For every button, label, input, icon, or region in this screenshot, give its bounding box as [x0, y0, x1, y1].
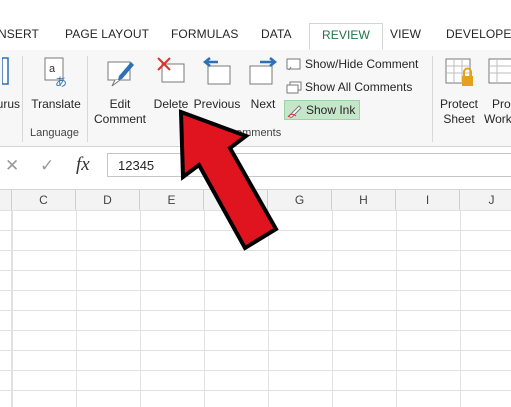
- edit-comment-button[interactable]: Edit Comment: [91, 56, 149, 127]
- protect-workbook-icon: [488, 58, 511, 84]
- thesaurus-icon: [1, 57, 9, 85]
- protect-workbook-button[interactable]: Pro Work: [483, 56, 511, 127]
- delete-comment-button[interactable]: Delete: [151, 56, 191, 112]
- delete-label: Delete: [153, 97, 189, 111]
- thesaurus-label: urus: [0, 97, 20, 111]
- previous-comment-button[interactable]: Previous: [192, 56, 242, 112]
- comments-group-label: omments: [236, 127, 282, 139]
- column-header-f[interactable]: F: [204, 190, 268, 210]
- protect-sheet-label-1: Protect: [439, 97, 478, 111]
- column-header-c[interactable]: C: [12, 190, 76, 210]
- enter-icon[interactable]: ✓: [40, 156, 54, 176]
- tab-insert[interactable]: NSERT: [0, 27, 39, 41]
- delete-comment-icon: [157, 57, 185, 83]
- protect-sheet-button[interactable]: Protect Sheet: [437, 56, 481, 127]
- select-all-corner[interactable]: [0, 190, 12, 210]
- svg-text:あ: あ: [55, 75, 67, 89]
- tab-view[interactable]: VIEW: [390, 27, 421, 41]
- tab-page-layout[interactable]: PAGE LAYOUT: [65, 27, 149, 41]
- protect-sheet-icon: [445, 58, 473, 86]
- show-hide-comment-icon: [286, 58, 301, 71]
- protect-workbook-label-2: Work: [484, 112, 511, 126]
- group-separator: [87, 56, 88, 142]
- thesaurus-button[interactable]: urus: [0, 56, 20, 112]
- show-hide-comment-button[interactable]: Show/Hide Comment: [286, 54, 418, 74]
- tab-data[interactable]: DATA: [261, 27, 292, 41]
- next-label: Next: [250, 97, 276, 111]
- group-separator: [22, 56, 23, 142]
- insert-function-button[interactable]: fx: [76, 154, 90, 176]
- show-all-comments-label: Show All Comments: [305, 80, 413, 94]
- group-separator: [432, 56, 433, 142]
- translate-label: Translate: [31, 97, 81, 111]
- show-all-comments-icon: [286, 81, 302, 94]
- protect-workbook-label-1: Pro: [492, 97, 511, 111]
- grid-line: [11, 210, 12, 407]
- formula-input[interactable]: 12345: [107, 153, 511, 177]
- previous-label: Previous: [193, 97, 241, 111]
- worksheet-grid[interactable]: [0, 210, 511, 407]
- formula-bar: ✕ ✓ fx 12345: [0, 152, 511, 180]
- tab-developer[interactable]: DEVELOPER: [446, 27, 511, 41]
- ribbon-tab-bar: NSERT PAGE LAYOUT FORMULAS DATA REVIEW V…: [0, 0, 511, 51]
- column-header-e[interactable]: E: [140, 190, 204, 210]
- show-ink-label: Show Ink: [306, 103, 356, 117]
- svg-text:a: a: [49, 63, 56, 75]
- tab-formulas[interactable]: FORMULAS: [171, 27, 238, 41]
- cancel-icon[interactable]: ✕: [5, 156, 19, 176]
- edit-comment-icon: [107, 61, 134, 87]
- translate-icon: a あ: [44, 57, 67, 89]
- edit-comment-label-1: Edit: [109, 97, 131, 111]
- translate-button[interactable]: a あ Translate: [28, 56, 84, 112]
- show-hide-comment-label: Show/Hide Comment: [305, 57, 419, 71]
- column-header-g[interactable]: G: [268, 190, 332, 210]
- column-header-d[interactable]: D: [76, 190, 140, 210]
- previous-comment-icon: [202, 57, 231, 85]
- show-ink-icon: [287, 105, 302, 119]
- edit-comment-label-2: Comment: [93, 112, 146, 126]
- language-group-label: Language: [30, 127, 79, 139]
- column-header-h[interactable]: H: [332, 190, 396, 210]
- column-header-row: C D E F G H I J: [0, 189, 511, 211]
- show-ink-button[interactable]: Show Ink: [284, 100, 361, 120]
- ribbon-review: urus a あ Translate Language Edit Comment…: [0, 50, 511, 147]
- show-all-comments-button[interactable]: Show All Comments: [286, 77, 412, 97]
- next-comment-icon: [249, 57, 278, 85]
- tab-review[interactable]: REVIEW: [309, 23, 383, 50]
- column-header-j[interactable]: J: [460, 190, 511, 210]
- next-comment-button[interactable]: Next: [244, 56, 282, 112]
- protect-sheet-label-2: Sheet: [443, 112, 475, 126]
- column-header-i[interactable]: I: [396, 190, 460, 210]
